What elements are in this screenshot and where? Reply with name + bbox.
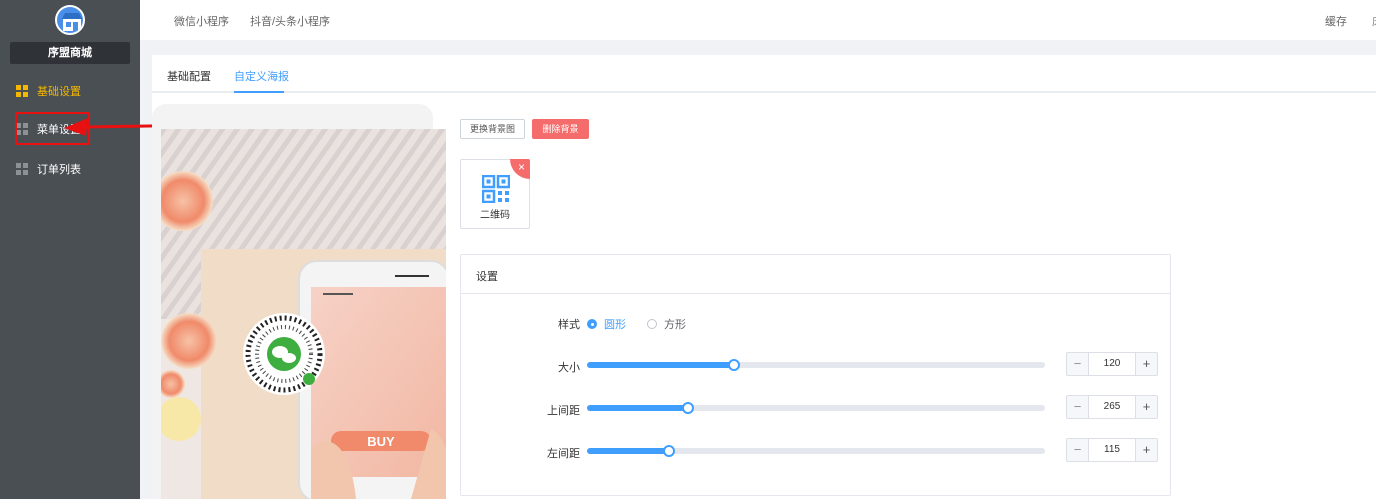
- top-margin-label: 上间距: [547, 405, 580, 417]
- decrement-button[interactable]: −: [1067, 396, 1089, 418]
- main-content: 基础配置 自定义海报 BUY 更换背景图 删除背景 二维码 × 设置 样式 圆形…: [152, 55, 1376, 499]
- sidebar-item-label: 基础设置: [37, 86, 81, 98]
- size-stepper: − 120 +: [1066, 352, 1158, 376]
- qr-code-label: 二维码: [480, 210, 510, 221]
- cache-button[interactable]: 缓存: [1325, 13, 1347, 29]
- top-margin-slider[interactable]: [587, 402, 1045, 414]
- radio-label: 方形: [664, 319, 686, 331]
- radio-label: 圆形: [604, 319, 626, 331]
- close-icon[interactable]: ×: [510, 159, 530, 179]
- sidebar-item-basic-settings[interactable]: 基础设置: [0, 75, 140, 107]
- sidebar: 序盟商城 基础设置 菜单设置 订单列表: [0, 0, 140, 499]
- slider-fill: [587, 405, 688, 411]
- decrement-button[interactable]: −: [1067, 353, 1089, 375]
- poster-preview: BUY: [152, 104, 446, 499]
- settings-panel: 设置 样式 圆形 方形 大小 − 120 + 上间距 − 265 + 左间距 −…: [460, 254, 1171, 496]
- qrcode-icon: [482, 175, 510, 203]
- active-tab-indicator: [234, 91, 284, 93]
- top-margin-stepper: − 265 +: [1066, 395, 1158, 419]
- increment-button[interactable]: +: [1135, 396, 1157, 418]
- increment-button[interactable]: +: [1135, 353, 1157, 375]
- style-radio-square[interactable]: 方形: [647, 316, 686, 332]
- left-margin-value[interactable]: 115: [1089, 439, 1135, 461]
- style-radio-circle[interactable]: 圆形: [587, 316, 626, 332]
- topbar-edge-text: 床: [1372, 13, 1376, 29]
- increment-button[interactable]: +: [1135, 439, 1157, 461]
- sub-tabs: 基础配置 自定义海报: [152, 55, 1376, 93]
- tab-basic-config[interactable]: 基础配置: [167, 68, 211, 84]
- tab-custom-poster[interactable]: 自定义海报: [234, 68, 289, 84]
- tab-douyin-mini-program[interactable]: 抖音/头条小程序: [250, 13, 330, 29]
- settings-header: 设置: [461, 255, 1170, 294]
- style-label: 样式: [558, 319, 580, 331]
- left-margin-label: 左间距: [547, 448, 580, 460]
- decrement-button[interactable]: −: [1067, 439, 1089, 461]
- slider-handle[interactable]: [681, 402, 694, 414]
- grid-icon: [16, 163, 28, 175]
- poster-background-image: BUY: [161, 129, 446, 499]
- top-bar: 微信小程序 抖音/头条小程序 缓存 床: [140, 0, 1376, 40]
- left-margin-slider[interactable]: [587, 445, 1045, 457]
- poster-qr-code: [243, 313, 325, 395]
- size-value[interactable]: 120: [1089, 353, 1135, 375]
- slider-fill: [587, 362, 734, 368]
- slider-handle[interactable]: [727, 359, 740, 371]
- radio-dot: [587, 319, 597, 329]
- buy-button-text: BUY: [367, 434, 395, 449]
- slider-fill: [587, 448, 670, 454]
- tab-wechat-mini-program[interactable]: 微信小程序: [174, 13, 229, 29]
- top-margin-value[interactable]: 265: [1089, 396, 1135, 418]
- slider-handle[interactable]: [663, 445, 676, 457]
- shop-logo: [55, 5, 85, 35]
- radio-dot: [647, 319, 657, 329]
- change-background-button[interactable]: 更换背景图: [460, 119, 525, 139]
- qr-code-element-tile[interactable]: 二维码 ×: [460, 159, 530, 229]
- size-slider[interactable]: [587, 359, 1045, 371]
- size-label: 大小: [558, 362, 580, 374]
- delete-background-button[interactable]: 删除背景: [532, 119, 589, 139]
- sidebar-item-order-list[interactable]: 订单列表: [0, 153, 140, 185]
- grid-icon: [16, 85, 28, 97]
- shop-name: 序盟商城: [10, 42, 130, 64]
- settings-title: 设置: [476, 271, 498, 283]
- sidebar-item-label: 订单列表: [37, 164, 81, 176]
- left-margin-stepper: − 115 +: [1066, 438, 1158, 462]
